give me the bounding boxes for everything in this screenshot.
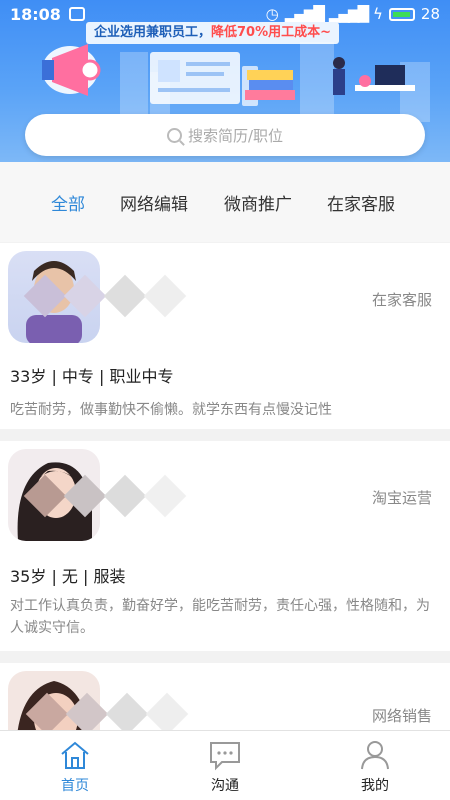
resume-card[interactable]: 淘宝运营 35岁 | 无 | 服装 对工作认真负责，勤奋好学，能吃苦耐劳，责任心…: [0, 441, 450, 651]
battery-icon: [388, 7, 415, 21]
resume-card[interactable]: 网络销售: [0, 663, 450, 730]
tab-home-customer-service[interactable]: 在家客服: [327, 190, 395, 215]
basic-info: 35岁 | 无 | 服装: [10, 567, 126, 586]
building-shape: [120, 52, 148, 122]
banner-slogan: 企业选用兼职员工，降低70%用工成本~: [86, 22, 340, 44]
nav-chat[interactable]: 沟通: [150, 731, 300, 800]
battery-level: 28: [420, 5, 440, 23]
header-banner: 18:08 ◷ ▂▄▆█ ▂▄▆█ ϟ 28 企业选用兼职员工，降低70%用工成…: [0, 0, 450, 162]
name-mosaic: [25, 692, 192, 730]
status-time: 18:08: [10, 4, 61, 24]
name-mosaic: [23, 274, 190, 318]
notification-icon: [68, 7, 85, 21]
nav-home[interactable]: 首页: [0, 731, 150, 800]
status-indicators: ◷ ▂▄▆█ ▂▄▆█ ϟ 28: [266, 5, 440, 23]
job-title: 在家客服: [371, 291, 432, 309]
books-illustration: [245, 70, 295, 100]
banner-slogan-highlight: 降低70%用工成本~: [211, 25, 332, 40]
nav-chat-label: 沟通: [211, 778, 239, 794]
tab-wechat-promotion[interactable]: 微商推广: [224, 190, 292, 215]
search-placeholder: 搜索简历/职位: [187, 126, 284, 145]
nav-profile[interactable]: 我的: [300, 731, 450, 800]
basic-info: 33岁 | 中专 | 职业中专: [10, 367, 174, 386]
charging-icon: ϟ: [373, 5, 383, 23]
job-title: 淘宝运营: [371, 489, 432, 507]
bottom-nav: 首页 沟通 我的: [0, 730, 450, 800]
search-input[interactable]: 搜索简历/职位: [25, 114, 425, 156]
job-title: 网络销售: [371, 707, 432, 725]
home-icon: [61, 741, 89, 769]
self-description: 吃苦耐劳，做事勤快不偷懒。就学东西有点慢没记性: [10, 402, 332, 418]
nav-profile-label: 我的: [361, 778, 389, 794]
category-tabs: 全部 网络编辑 微商推广 在家客服: [0, 162, 450, 242]
resume-board-illustration: [150, 52, 258, 106]
self-description: 对工作认真负责，勤奋好学，能吃苦耐劳，责任心强，性格随和，为人诚实守信。: [10, 598, 430, 636]
tab-all[interactable]: 全部: [51, 190, 85, 215]
search-icon: [166, 127, 182, 143]
signal-icon: ▂▄▆█: [284, 5, 325, 23]
office-people-illustration: [333, 57, 415, 95]
name-mosaic: [23, 474, 190, 518]
nav-home-label: 首页: [61, 778, 89, 794]
resume-card[interactable]: 在家客服 33岁 | 中专 | 职业中专 吃苦耐劳，做事勤快不偷懒。就学东西有点…: [0, 243, 450, 429]
tab-network-editor[interactable]: 网络编辑: [120, 190, 188, 215]
profile-icon: [361, 741, 389, 770]
signal-icon-2: ▂▄▆█: [328, 5, 369, 23]
alarm-icon: ◷: [265, 5, 279, 23]
chat-icon: [210, 742, 240, 771]
megaphone-illustration: [42, 44, 101, 96]
